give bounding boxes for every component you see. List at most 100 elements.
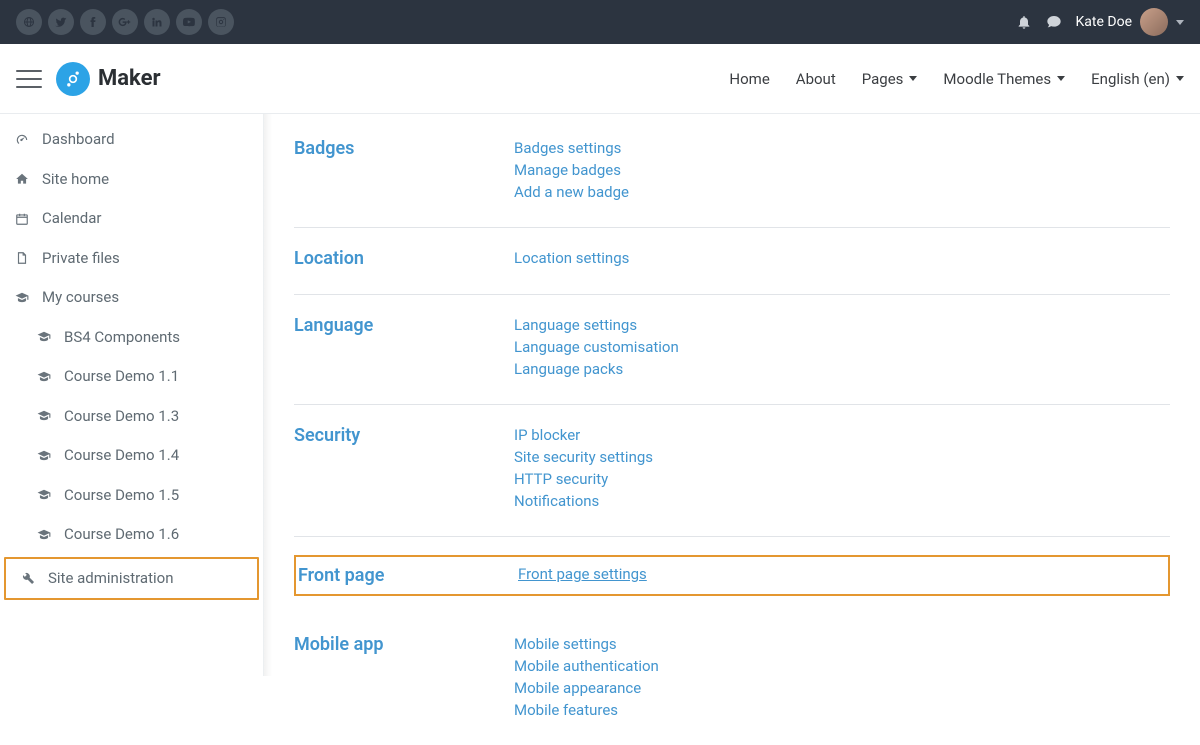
sidebar-item-label: Site home [42,170,109,190]
sidebar-item-calendar[interactable]: Calendar [0,199,263,239]
nav-pages[interactable]: Pages [862,70,918,88]
sidebar-item-siteadmin[interactable]: Site administration [4,557,259,601]
sidebar-item-label: Private files [42,249,120,269]
graduation-icon [36,488,52,502]
brand-name: Maker [98,66,161,91]
admin-setting-link[interactable]: Language packs [514,359,1170,381]
admin-setting-link[interactable]: Language customisation [514,337,1170,359]
home-icon [14,172,30,186]
globe-icon[interactable] [16,9,42,35]
nav-about[interactable]: About [796,70,836,88]
topbar-right: Kate Doe [1016,8,1184,36]
nav-themes[interactable]: Moodle Themes [943,70,1065,88]
sidebar-item-privatefiles[interactable]: Private files [0,239,263,279]
sidebar-course-item[interactable]: Course Demo 1.4 [0,436,263,476]
admin-setting-link[interactable]: Notifications [514,491,1170,513]
graduation-icon [36,528,52,542]
youtube-icon[interactable] [176,9,202,35]
sidebar-item-label: BS4 Components [64,328,180,348]
user-menu[interactable]: Kate Doe [1076,8,1184,36]
sidebar-item-label: Site administration [48,569,173,589]
nav-pages-label: Pages [862,70,904,88]
sidebar-item-label: Dashboard [42,130,115,150]
admin-category-link[interactable]: Front page [298,565,384,586]
graduation-icon [36,449,52,463]
admin-setting-link[interactable]: Badges settings [514,138,1170,160]
admin-category-link[interactable]: Mobile app [294,634,384,655]
dashboard-icon [14,133,30,147]
nav-themes-label: Moodle Themes [943,70,1051,88]
google-plus-icon[interactable] [112,9,138,35]
graduation-icon [36,330,52,344]
admin-setting-link[interactable]: IP blocker [514,425,1170,447]
sidebar-item-label: Course Demo 1.6 [64,525,179,545]
admin-category-row: Security IP blockerSite security settings… [294,405,1170,537]
sidebar-item-label: Course Demo 1.5 [64,486,179,506]
sidebar-course-item[interactable]: BS4 Components [0,318,263,358]
admin-category-link[interactable]: Language [294,315,373,336]
admin-setting-link[interactable]: Manage badges [514,160,1170,182]
sidebar-course-item[interactable]: Course Demo 1.6 [0,515,263,555]
avatar [1140,8,1168,36]
admin-category-link[interactable]: Location [294,248,364,269]
content-area: Badges Badges settingsManage badgesAdd a … [264,114,1200,676]
admin-setting-link[interactable]: Mobile authentication [514,656,1170,678]
nav-language[interactable]: English (en) [1091,70,1184,88]
sidebar-course-item[interactable]: Course Demo 1.1 [0,357,263,397]
twitter-icon[interactable] [48,9,74,35]
chevron-down-icon [1057,76,1065,81]
brand-logo-icon [56,62,90,96]
admin-category-row: Mobile app Mobile settingsMobile authenti… [294,614,1170,745]
instagram-icon[interactable] [208,9,234,35]
sidebar-item-dashboard[interactable]: Dashboard [0,120,263,160]
wrench-icon [20,571,36,585]
file-icon [14,251,30,265]
admin-categories-table: Badges Badges settingsManage badgesAdd a … [294,132,1170,745]
sidebar-item-label: Course Demo 1.3 [64,407,179,427]
chat-icon[interactable] [1046,14,1062,30]
sidebar-item-label: Calendar [42,209,102,229]
admin-setting-link[interactable]: Front page settings [518,565,647,583]
graduation-icon [36,409,52,423]
chevron-down-icon [1176,20,1184,25]
bell-icon[interactable] [1016,14,1032,30]
admin-category-link[interactable]: Badges [294,138,354,159]
admin-category-row-highlighted: Front page Front page settings [294,537,1170,615]
social-links [16,9,234,35]
nav-home[interactable]: Home [729,70,769,88]
sidebar-course-item[interactable]: Course Demo 1.3 [0,397,263,437]
admin-setting-link[interactable]: Mobile features [514,700,1170,722]
main-nav: Home About Pages Moodle Themes English (… [729,70,1184,88]
nav-lang-label: English (en) [1091,70,1170,88]
sidebar-item-label: Course Demo 1.4 [64,446,179,466]
graduation-icon [14,291,30,305]
brand[interactable]: Maker [56,62,161,96]
facebook-icon[interactable] [80,9,106,35]
topbar: Kate Doe [0,0,1200,44]
sidebar-item-mycourses[interactable]: My courses [0,278,263,318]
sidebar-item-label: My courses [42,288,119,308]
admin-category-link[interactable]: Security [294,425,360,446]
admin-category-row: Badges Badges settingsManage badgesAdd a … [294,132,1170,228]
sidebar-course-item[interactable]: Course Demo 1.5 [0,476,263,516]
sidebar: Dashboard Site home Calendar Private fil… [0,114,264,676]
admin-setting-link[interactable]: Location settings [514,248,1170,270]
admin-setting-link[interactable]: Language settings [514,315,1170,337]
navbar: Maker Home About Pages Moodle Themes Eng… [0,44,1200,114]
chevron-down-icon [909,76,917,81]
admin-setting-link[interactable]: HTTP security [514,469,1170,491]
linkedin-icon[interactable] [144,9,170,35]
admin-setting-link[interactable]: Mobile appearance [514,678,1170,700]
admin-category-row: Language Language settingsLanguage custom… [294,295,1170,405]
sidebar-item-sitehome[interactable]: Site home [0,160,263,200]
sidebar-item-label: Course Demo 1.1 [64,367,179,387]
calendar-icon [14,212,30,226]
admin-setting-link[interactable]: Site security settings [514,447,1170,469]
admin-setting-link[interactable]: Add a new badge [514,182,1170,204]
admin-setting-link[interactable]: Mobile settings [514,634,1170,656]
user-name-label: Kate Doe [1076,14,1132,30]
graduation-icon [36,370,52,384]
chevron-down-icon [1176,76,1184,81]
hamburger-icon[interactable] [16,70,42,88]
admin-category-row: Location Location settings [294,228,1170,295]
